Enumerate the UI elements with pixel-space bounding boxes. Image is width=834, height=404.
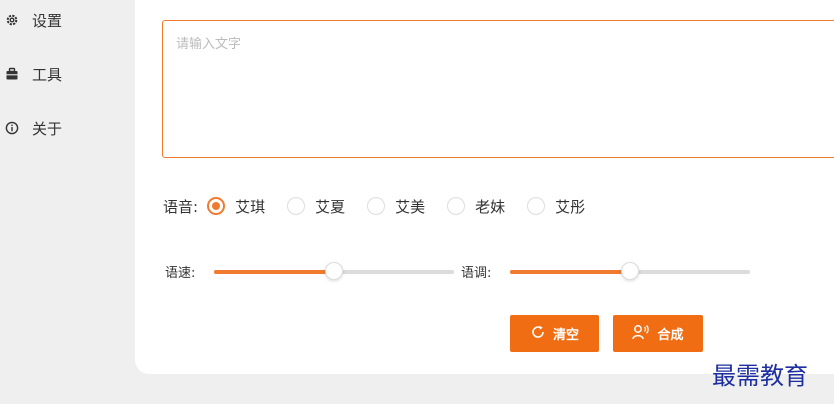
toolbox-icon [4, 66, 20, 82]
text-input-placeholder: 请输入文字 [176, 37, 242, 52]
pitch-slider-fill [510, 270, 630, 274]
pitch-label: 语调: [461, 266, 492, 281]
speed-slider-fill [214, 270, 334, 274]
voice-label: 语音: [163, 197, 199, 216]
voice-option-label: 艾彤 [555, 197, 586, 216]
voice-option-aitong[interactable]: 艾彤 [527, 196, 585, 217]
sidebar-item-label: 工具 [32, 65, 63, 84]
clear-button[interactable]: 清空 [510, 315, 599, 352]
voice-option-aiqi[interactable]: 艾琪 [207, 196, 265, 217]
sidebar-item-tools[interactable]: 工具 [4, 59, 62, 89]
synthesize-button-label: 合成 [657, 328, 684, 343]
radio-unchecked-icon [527, 197, 546, 215]
sidebar: 设置 工具 关于 [0, 0, 135, 404]
voice-selector: 语音: 艾琪 艾夏 艾美 老妹 艾彤 [163, 193, 607, 219]
voice-speaker-icon [632, 324, 650, 344]
text-input[interactable]: 请输入文字 [162, 20, 834, 158]
speed-label: 语速: [165, 266, 196, 281]
sidebar-item-settings[interactable]: 设置 [4, 5, 62, 35]
info-icon [4, 120, 20, 136]
speed-slider[interactable] [214, 262, 454, 280]
radio-unchecked-icon [287, 197, 306, 215]
sidebar-item-about[interactable]: 关于 [4, 113, 62, 143]
radio-unchecked-icon [447, 197, 466, 215]
synthesize-button[interactable]: 合成 [613, 315, 703, 352]
radio-unchecked-icon [367, 197, 386, 215]
voice-option-label: 艾夏 [315, 197, 346, 216]
sidebar-item-label: 关于 [32, 119, 63, 138]
voice-option-aixia[interactable]: 艾夏 [287, 196, 345, 217]
pitch-slider[interactable] [510, 262, 750, 280]
voice-option-laomei[interactable]: 老妹 [447, 196, 505, 217]
watermark: 最需教育 [712, 362, 808, 390]
gear-icon [4, 12, 20, 28]
speed-slider-thumb[interactable] [325, 262, 343, 280]
voice-option-aimei[interactable]: 艾美 [367, 196, 425, 217]
voice-option-label: 老妹 [475, 197, 506, 216]
main-panel: 请输入文字 语音: 艾琪 艾夏 艾美 老妹 艾彤 语速: 语调: 清空 合成 [135, 0, 834, 374]
pitch-slider-thumb[interactable] [621, 262, 639, 280]
voice-option-label: 艾琪 [235, 197, 266, 216]
sidebar-item-label: 设置 [32, 11, 63, 30]
radio-checked-icon [207, 197, 226, 215]
refresh-icon [530, 324, 546, 344]
voice-option-label: 艾美 [395, 197, 426, 216]
clear-button-label: 清空 [552, 328, 579, 343]
